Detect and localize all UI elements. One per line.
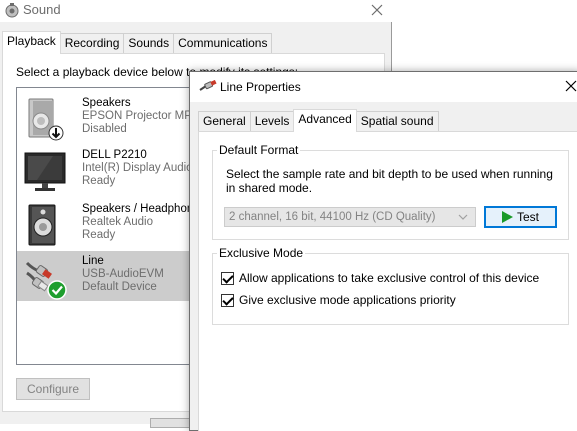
device-driver: USB-AudioEVM [82,268,164,280]
exclusive-mode-group: Exclusive Mode Allow applications to tak… [212,246,569,325]
sound-titlebar: Sound [0,0,392,22]
rca-cable-icon [199,80,217,91]
line-properties-title: Line Properties [220,80,301,94]
line-properties-window: Line Properties General Levels Advanced … [189,71,577,431]
line-properties-titlebar: Line Properties [190,72,577,102]
device-item-speakers-epson[interactable]: Speakers EPSON Projector MPP Disabled [17,93,215,143]
device-name: Line [82,255,104,267]
default-format-group: Default Format Select the sample rate an… [212,143,569,240]
tab-levels[interactable]: Levels [249,111,295,132]
tab-sounds[interactable]: Sounds [123,33,175,54]
test-button-label: Test [516,210,539,224]
exclusive-priority-checkbox[interactable] [221,293,234,307]
sound-tabs: Playback Recording Sounds Communications [2,31,273,54]
device-status: Ready [82,229,116,241]
device-name: Speakers [82,97,131,109]
allow-exclusive-label[interactable]: Allow applications to take exclusive con… [239,271,539,285]
monitor-icon [24,152,66,191]
close-icon [371,4,383,16]
device-status: Ready [82,175,116,187]
device-item-speakers-headphones[interactable]: Speakers / Headphones Realtek Audio Read… [17,199,215,249]
test-button[interactable]: Test [484,206,557,228]
device-driver: EPSON Projector MPP [82,110,200,122]
default-format-description: Select the sample rate and bit depth to … [226,167,553,195]
default-format-label: Default Format [217,143,301,157]
device-item-line[interactable]: Line USB-AudioEVM Default Device [17,251,215,301]
chevron-down-icon [458,214,468,220]
tab-playback[interactable]: Playback [2,31,61,54]
configure-button[interactable]: Configure [16,378,90,400]
tab-recording[interactable]: Recording [59,33,125,54]
device-driver: Intel(R) Display Audio [82,162,193,174]
line-properties-close-button[interactable] [561,76,577,96]
exclusive-priority-row: Give exclusive mode applications priorit… [221,292,456,308]
device-name: Speakers / Headphones [82,203,206,215]
speaker-disabled-icon [28,98,64,141]
close-icon [565,80,577,92]
device-name: DELL P2210 [82,149,147,161]
line-properties-tabs: General Levels Advanced Spatial sound [198,109,439,132]
tab-general[interactable]: General [198,111,251,132]
device-driver: Realtek Audio [82,216,153,228]
advanced-panel: Default Format Select the sample rate an… [198,131,577,431]
tab-spatial-sound[interactable]: Spatial sound [355,111,439,132]
sound-close-button[interactable] [366,0,388,20]
speaker-app-icon [5,3,19,18]
play-icon [501,211,513,223]
speaker-icon [28,204,56,246]
allow-exclusive-row: Allow applications to take exclusive con… [221,270,539,286]
sound-window-title: Sound [23,2,61,17]
device-item-dell-p2210[interactable]: DELL P2210 Intel(R) Display Audio Ready [17,145,215,195]
tab-communications[interactable]: Communications [173,33,273,54]
device-list[interactable]: Speakers EPSON Projector MPP Disabled DE… [16,87,216,365]
rca-cable-default-icon [25,261,67,300]
device-status: Default Device [82,281,157,293]
sound-ok-button[interactable] [150,418,190,428]
exclusive-mode-label: Exclusive Mode [217,246,306,260]
device-status: Disabled [82,123,127,135]
tab-advanced[interactable]: Advanced [293,109,357,132]
exclusive-priority-label[interactable]: Give exclusive mode applications priorit… [239,293,456,307]
format-select[interactable]: 2 channel, 16 bit, 44100 Hz (CD Quality) [224,207,476,227]
allow-exclusive-checkbox[interactable] [221,271,234,285]
